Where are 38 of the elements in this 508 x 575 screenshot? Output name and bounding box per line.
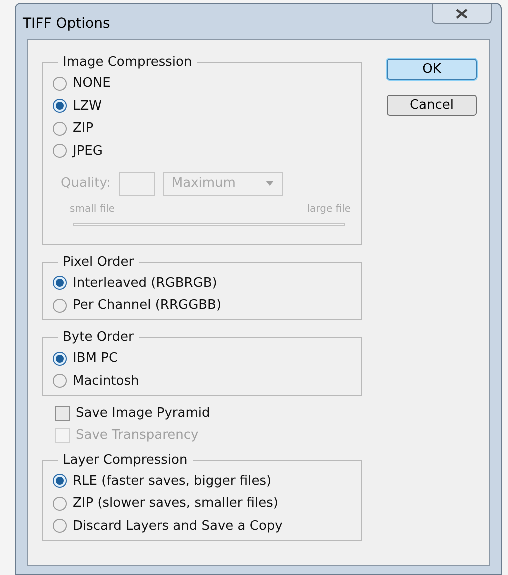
- radio-label: RLE (faster saves, bigger files): [73, 472, 272, 490]
- radio-button[interactable]: [53, 144, 67, 158]
- close-button[interactable]: [432, 4, 492, 24]
- group-title: Image Compression: [62, 54, 194, 72]
- radio-label: LZW: [73, 98, 102, 116]
- checkbox-label: Save Image Pyramid: [76, 404, 210, 423]
- checkbox[interactable]: [55, 406, 70, 421]
- large-file-label: large file: [307, 202, 351, 216]
- cancel-button[interactable]: Cancel: [387, 95, 477, 116]
- radio-label: Discard Layers and Save a Copy: [73, 518, 283, 536]
- radio-button[interactable]: [53, 276, 67, 290]
- small-file-label: small file: [70, 202, 116, 216]
- group-title: Layer Compression: [62, 452, 189, 470]
- group-title: Byte Order: [62, 329, 135, 347]
- radio-button[interactable]: [53, 519, 67, 534]
- window-title: TIFF Options: [23, 15, 110, 34]
- radio-button[interactable]: [53, 298, 67, 313]
- radio-button[interactable]: [53, 474, 67, 488]
- group-title: Pixel Order: [62, 254, 136, 272]
- radio-label: ZIP: [73, 120, 94, 138]
- radio-label: Interleaved (RGBRGB): [73, 274, 218, 292]
- radio-button[interactable]: [53, 374, 67, 388]
- quality-label: Quality:: [61, 174, 111, 193]
- radio-button[interactable]: [53, 99, 67, 114]
- ok-button[interactable]: OK: [387, 59, 477, 80]
- radio-label: ZIP (slower saves, smaller files): [73, 495, 278, 513]
- checkbox-label: Save Transparency: [76, 426, 199, 445]
- radio-button[interactable]: [53, 496, 67, 511]
- caret-icon: [266, 181, 274, 186]
- radio-label: NONE: [73, 75, 111, 93]
- radio-label: Macintosh: [73, 372, 140, 390]
- radio-label: JPEG: [73, 142, 103, 160]
- close-icon: [456, 8, 468, 18]
- radio-button[interactable]: [53, 352, 67, 366]
- radio-label: Per Channel (RRGGBB): [73, 297, 222, 315]
- radio-button[interactable]: [53, 76, 67, 91]
- radio-label: IBM PC: [73, 350, 118, 368]
- radio-button[interactable]: [53, 122, 67, 136]
